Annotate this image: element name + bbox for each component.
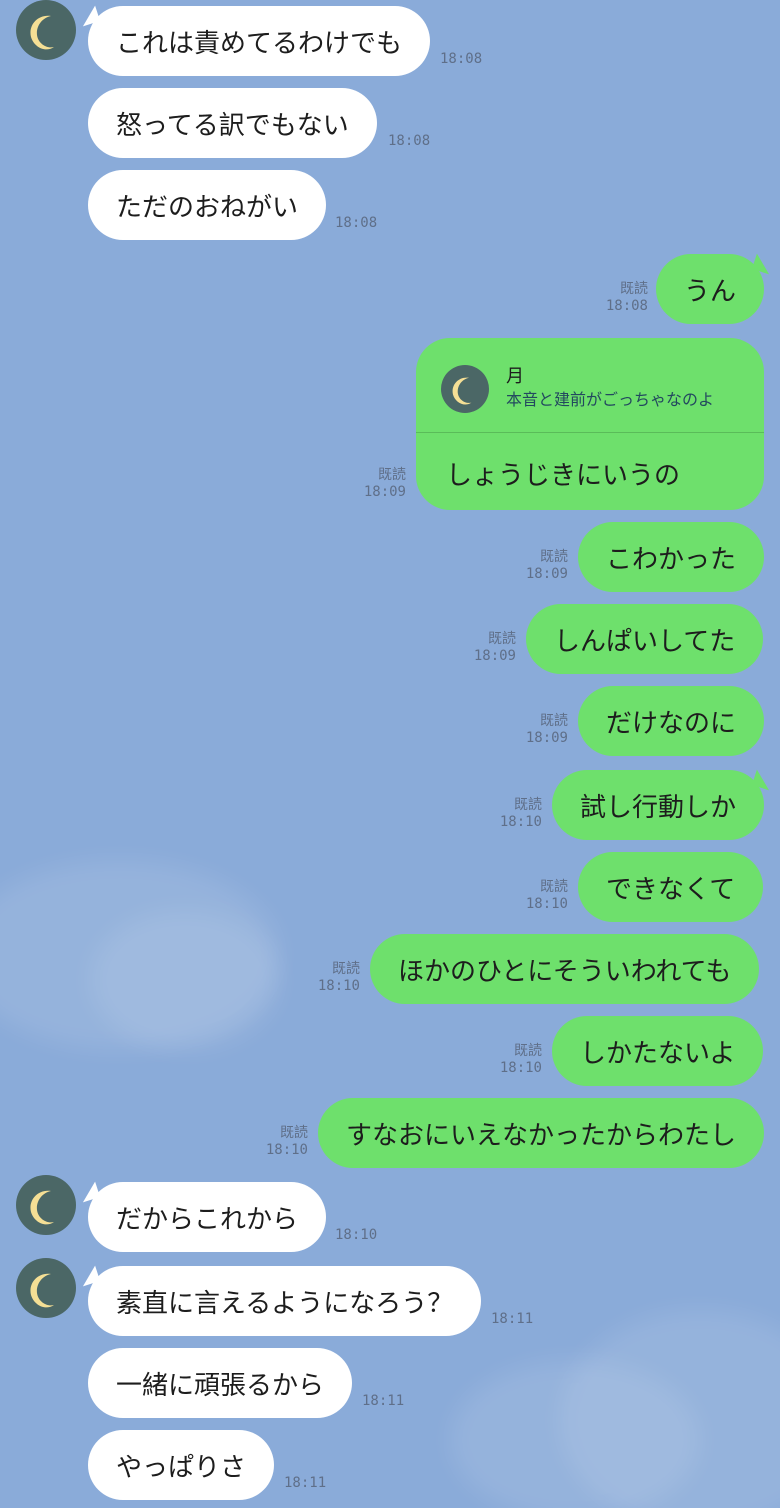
background-cloud — [450, 1360, 700, 1508]
read-receipt: 既読 — [540, 549, 568, 565]
message-time: 18:09 — [525, 566, 568, 582]
incoming-message-bubble[interactable]: だからこれから — [88, 1182, 327, 1252]
outgoing-message-bubble[interactable]: しかたないよ — [552, 1016, 764, 1086]
message-status: 既読 18:10 — [302, 961, 360, 995]
incoming-message-bubble[interactable]: これは責めてるわけでも — [88, 6, 431, 76]
message-time: 18:08 — [605, 298, 648, 314]
message-status: 既読 18:09 — [510, 549, 568, 583]
message-status: 既読 18:09 — [510, 713, 568, 747]
message-time: 18:08 — [335, 215, 378, 231]
reply-divider — [416, 432, 764, 433]
outgoing-message-bubble[interactable]: 試し行動しか — [552, 770, 765, 840]
incoming-message-bubble[interactable]: 素直に言えるようになろう？ — [88, 1266, 482, 1336]
chat-window: これは責めてるわけでも 18:08 怒ってる訳でもない 18:08 ただのおねが… — [0, 0, 780, 1508]
outgoing-message-bubble[interactable]: すなおにいえなかったからわたし — [318, 1098, 765, 1168]
outgoing-message-bubble[interactable]: こわかった — [578, 522, 765, 592]
message-text: 試し行動しか — [580, 792, 737, 823]
message-time: 18:10 — [317, 978, 360, 994]
quoted-contact-avatar — [441, 365, 489, 413]
quoted-message[interactable]: 月 本音と建前がごっちゃなのよ — [416, 338, 764, 432]
message-time: 18:08 — [440, 51, 483, 67]
read-receipt: 既読 — [332, 961, 360, 977]
read-receipt: 既読 — [488, 631, 516, 647]
outgoing-message-bubble[interactable]: ほかのひとにそういわれても — [370, 934, 760, 1004]
message-text: しょうじきにいうの — [446, 461, 681, 491]
crescent-moon-icon — [30, 15, 54, 50]
message-time: 18:08 — [388, 133, 431, 149]
message-time: 18:09 — [363, 484, 406, 500]
crescent-moon-icon — [452, 377, 472, 405]
message-text: ただのおねがい — [116, 192, 299, 223]
message-status: 既読 18:10 — [484, 1043, 542, 1077]
message-time: 18:10 — [265, 1142, 308, 1158]
message-text: これは責めてるわけでも — [116, 28, 403, 59]
incoming-message-bubble[interactable]: 一緒に頑張るから — [88, 1348, 353, 1418]
message-status: 既読 18:09 — [458, 631, 516, 665]
read-receipt: 既読 — [620, 281, 648, 297]
message-text: 素直に言えるようになろう？ — [116, 1288, 454, 1319]
background-cloud — [90, 910, 280, 1050]
crescent-moon-icon — [30, 1273, 54, 1308]
outgoing-message-bubble[interactable]: だけなのに — [578, 686, 765, 756]
message-time: 18:11 — [284, 1475, 327, 1491]
message-time: 18:11 — [362, 1393, 405, 1409]
outgoing-message-bubble[interactable]: できなくて — [578, 852, 764, 922]
message-status: 既読 18:10 — [250, 1125, 308, 1159]
message-text: だからこれから — [116, 1204, 299, 1235]
message-status: 既読 18:10 — [510, 879, 568, 913]
message-text: 一緒に頑張るから — [116, 1370, 325, 1401]
message-text: しかたないよ — [580, 1038, 736, 1069]
message-text: こわかった — [606, 544, 737, 575]
message-time: 18:10 — [335, 1227, 378, 1243]
contact-avatar[interactable] — [16, 1258, 76, 1318]
message-text: すなおにいえなかったからわたし — [346, 1120, 737, 1151]
read-receipt: 既読 — [540, 879, 568, 895]
read-receipt: 既読 — [540, 713, 568, 729]
message-text: ほかのひとにそういわれても — [398, 956, 732, 987]
reply-message-bubble[interactable]: 月 本音と建前がごっちゃなのよ しょうじきにいうの — [416, 338, 764, 510]
message-text: うん — [684, 276, 737, 307]
read-receipt: 既読 — [514, 797, 542, 813]
read-receipt: 既読 — [514, 1043, 542, 1059]
incoming-message-bubble[interactable]: やっぱりさ — [88, 1430, 275, 1500]
outgoing-message-bubble[interactable]: うん — [656, 254, 765, 324]
quoted-message-text: 本音と建前がごっちゃなのよ — [506, 390, 715, 409]
message-text: しんぱいしてた — [554, 626, 736, 657]
message-text: だけなのに — [606, 708, 737, 739]
quoted-contact-name: 月 — [506, 366, 524, 387]
read-receipt: 既読 — [378, 467, 406, 483]
message-text: 怒ってる訳でもない — [116, 110, 349, 141]
message-status: 既読 18:10 — [484, 797, 542, 831]
message-time: 18:10 — [525, 896, 568, 912]
crescent-moon-icon — [30, 1190, 54, 1225]
contact-avatar[interactable] — [16, 0, 76, 60]
message-time: 18:10 — [499, 1060, 542, 1076]
message-text: できなくて — [606, 874, 736, 905]
message-time: 18:10 — [499, 814, 542, 830]
message-status: 既読 18:08 — [590, 281, 648, 315]
outgoing-message-bubble[interactable]: しんぱいしてた — [526, 604, 764, 674]
incoming-message-bubble[interactable]: 怒ってる訳でもない — [88, 88, 377, 158]
incoming-message-bubble[interactable]: ただのおねがい — [88, 170, 327, 240]
message-text: やっぱりさ — [116, 1452, 247, 1483]
message-time: 18:11 — [491, 1311, 534, 1327]
message-time: 18:09 — [473, 648, 516, 664]
message-time: 18:09 — [525, 730, 568, 746]
read-receipt: 既読 — [280, 1125, 308, 1141]
message-status: 既読 18:09 — [346, 467, 406, 501]
contact-avatar[interactable] — [16, 1175, 76, 1235]
